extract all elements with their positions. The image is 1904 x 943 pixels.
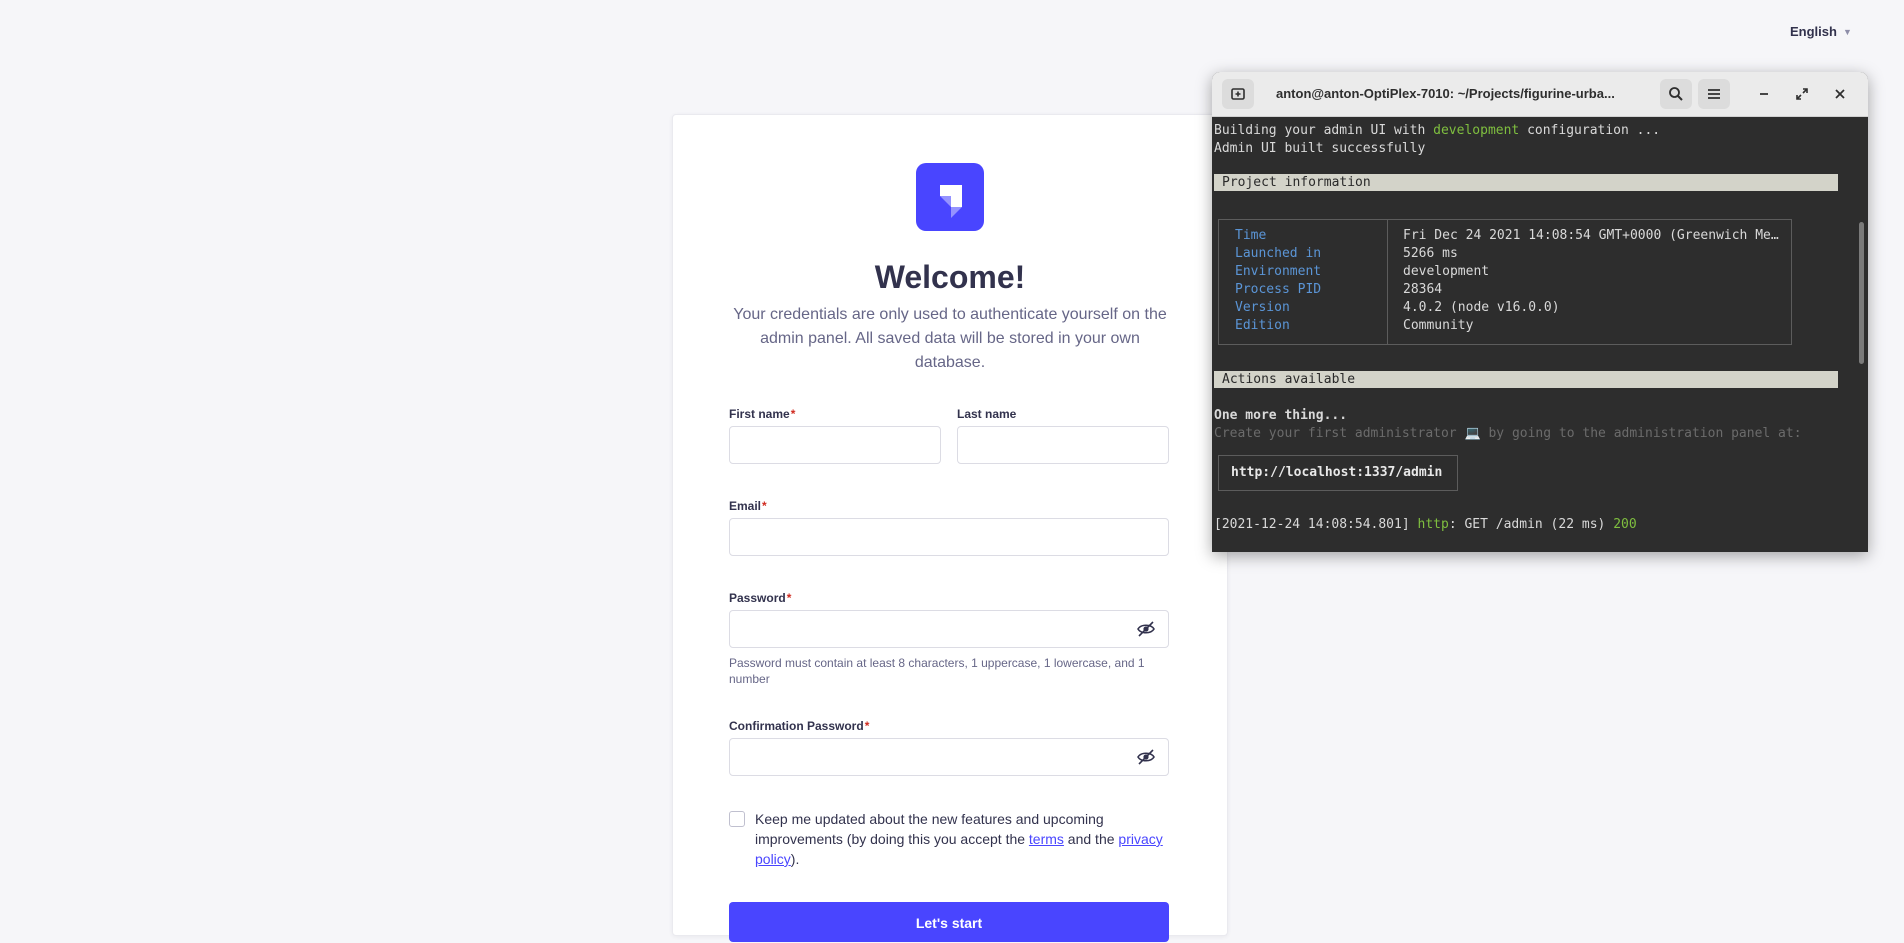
password-hint: Password must contain at least 8 charact… (729, 656, 1145, 686)
language-label: English (1790, 24, 1837, 39)
terminal-text: [2021-12-24 14:08:54.801] (1214, 517, 1418, 532)
admin-url[interactable]: http://localhost:1337/admin (1218, 455, 1458, 491)
registration-card: Welcome! Your credentials are only used … (672, 114, 1228, 942)
terminal-line: Admin UI built successfully (1214, 141, 1426, 156)
required-mark: * (864, 719, 870, 733)
maximize-icon[interactable] (1786, 79, 1818, 109)
consent-text-part: ). (790, 851, 800, 867)
terminal-scrollbar-thumb[interactable] (1859, 222, 1864, 364)
chevron-down-icon: ▼ (1842, 26, 1852, 37)
terms-link[interactable]: terms (1029, 831, 1064, 847)
info-value: development (1403, 264, 1490, 279)
required-mark: * (762, 499, 767, 513)
terminal-line: [2021-12-24 14:08:54.801] http: GET /adm… (1214, 516, 1637, 534)
project-info-header: Project information (1214, 174, 1838, 191)
consent-text-part: and the (1063, 831, 1119, 847)
project-info-table: Time Fri Dec 24 2021 14:08:54 GMT+0000 (… (1218, 219, 1792, 345)
info-key: Launched in (1235, 246, 1322, 261)
terminal-text: http (1417, 517, 1449, 532)
terminal-text: 200 (1613, 517, 1637, 532)
new-tab-icon[interactable] (1222, 79, 1254, 109)
actions-header: Actions available (1214, 371, 1838, 388)
email-label: Email* (729, 499, 767, 513)
info-key: Process PID (1235, 282, 1322, 297)
info-value: 4.0.2 (node v16.0.0) (1403, 300, 1560, 315)
last-name-input[interactable] (957, 426, 1169, 464)
password-label: Password* (729, 591, 791, 605)
info-value: 28364 (1403, 282, 1443, 297)
info-value: Community (1403, 318, 1474, 333)
info-value: Fri Dec 24 2021 14:08:54 GMT+0000 (Green… (1403, 228, 1779, 243)
first-name-label-text: First name (729, 407, 790, 421)
minimize-icon[interactable] (1748, 79, 1780, 109)
confirm-password-input[interactable] (729, 738, 1169, 776)
password-label-text: Password (729, 591, 786, 605)
required-mark: * (790, 407, 796, 421)
table-divider (1387, 220, 1388, 344)
first-name-label: First name* (729, 407, 795, 421)
info-key: Edition (1235, 318, 1290, 333)
terminal-header: anton@anton-OptiPlex-7010: ~/Projects/fi… (1212, 72, 1868, 117)
email-label-text: Email (729, 499, 762, 513)
first-name-input[interactable] (729, 426, 941, 464)
close-icon[interactable] (1824, 79, 1856, 109)
strapi-logo (916, 163, 984, 231)
terminal-text: : GET /admin (22 ms) (1448, 517, 1614, 532)
info-key: Version (1235, 300, 1290, 315)
terminal-text: Building your admin UI with (1214, 123, 1434, 138)
menu-icon[interactable] (1698, 79, 1730, 109)
eye-off-icon[interactable] (1136, 747, 1156, 767)
info-key: Time (1235, 228, 1267, 243)
consent-text: Keep me updated about the new features a… (755, 809, 1175, 869)
info-value: 5266 ms (1403, 246, 1458, 261)
lets-start-button[interactable]: Let's start (729, 902, 1169, 942)
required-mark: * (786, 591, 792, 605)
terminal-window: anton@anton-OptiPlex-7010: ~/Projects/fi… (1212, 72, 1868, 552)
password-input[interactable] (729, 610, 1169, 648)
confirm-password-label: Confirmation Password* (729, 719, 869, 733)
page-title: Welcome! (874, 259, 1026, 295)
terminal-line: Create your first administrator 💻 by goi… (1214, 426, 1802, 441)
terminal-text: configuration ... (1519, 123, 1661, 138)
email-input[interactable] (729, 518, 1169, 556)
language-selector[interactable]: English ▼ (1790, 24, 1852, 39)
search-icon[interactable] (1660, 79, 1692, 109)
page-subtitle: Your credentials are only used to authen… (733, 306, 1167, 371)
last-name-label: Last name (957, 407, 1017, 421)
terminal-line: Building your admin UI with development … (1214, 122, 1660, 140)
newsletter-checkbox[interactable] (729, 811, 745, 827)
eye-off-icon[interactable] (1136, 619, 1156, 639)
confirm-password-label-text: Confirmation Password (729, 719, 864, 733)
terminal-line: One more thing... (1214, 408, 1348, 423)
terminal-text: development (1433, 123, 1520, 138)
terminal-title: anton@anton-OptiPlex-7010: ~/Projects/fi… (1276, 86, 1615, 101)
info-key: Environment (1235, 264, 1322, 279)
terminal-output[interactable]: Building your admin UI with development … (1212, 117, 1852, 552)
